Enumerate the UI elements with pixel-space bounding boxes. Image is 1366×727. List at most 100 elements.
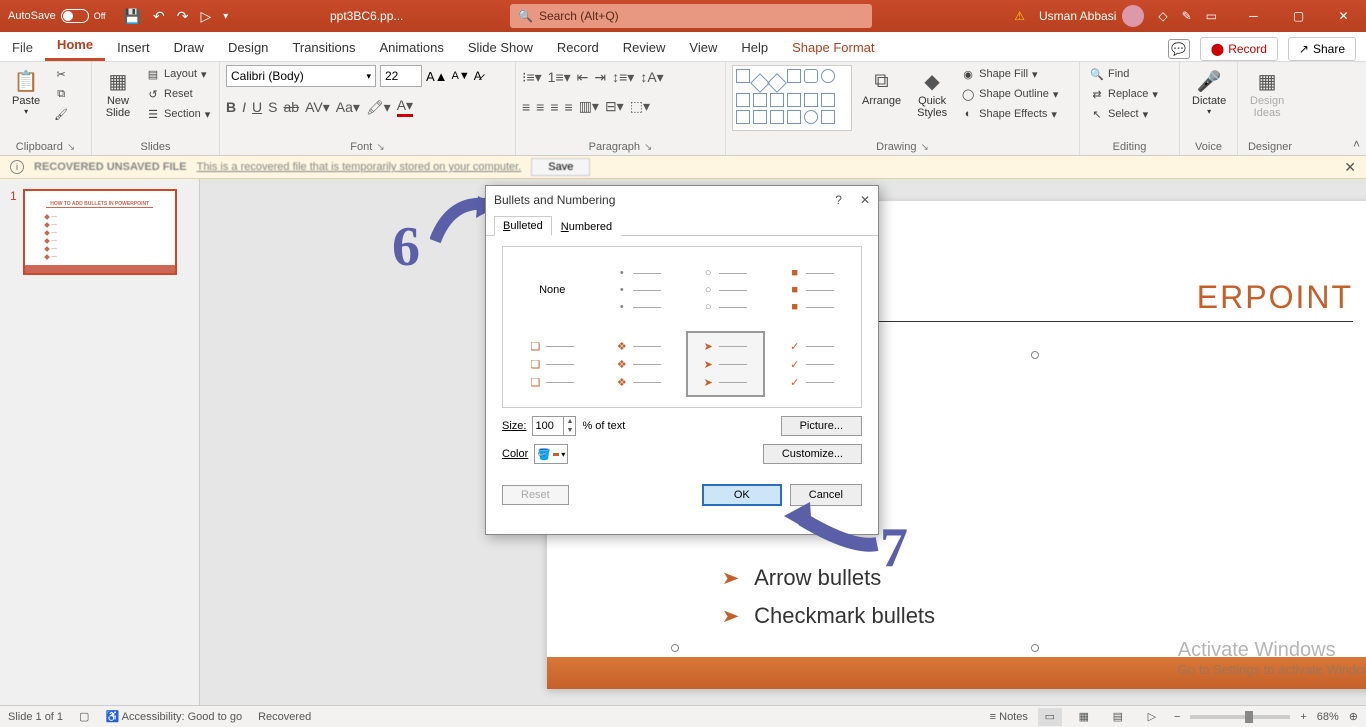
save-icon[interactable]: 💾: [124, 8, 141, 25]
font-color-button[interactable]: A▾: [397, 97, 413, 117]
tab-review[interactable]: Review: [611, 34, 678, 61]
font-size-combo[interactable]: 22: [380, 65, 422, 87]
bullet-option-check[interactable]: ✓ ✓ ✓: [773, 331, 852, 397]
tab-transitions[interactable]: Transitions: [280, 34, 367, 61]
customize-button[interactable]: Customize...: [763, 444, 862, 464]
align-right-button[interactable]: ≡: [550, 99, 558, 115]
account-button[interactable]: Usman Abbasi: [1039, 5, 1144, 27]
clear-format-icon[interactable]: A̷: [474, 69, 482, 83]
shape-effects-button[interactable]: ◐Shape Effects ▾: [957, 105, 1062, 123]
outdent-button[interactable]: ⇤: [577, 69, 589, 86]
replace-button[interactable]: ⇄Replace ▾: [1086, 85, 1162, 103]
increase-font-icon[interactable]: A▲: [426, 69, 448, 84]
layout-button[interactable]: ▤Layout ▾: [142, 65, 214, 83]
font-name-combo[interactable]: Calibri (Body)▾: [226, 65, 376, 87]
numbering-button[interactable]: 1≡▾: [548, 69, 571, 86]
tab-help[interactable]: Help: [729, 34, 780, 61]
copy-button[interactable]: ⧉: [50, 85, 72, 103]
warning-icon[interactable]: ⚠: [1014, 9, 1025, 23]
spacing-button[interactable]: AV▾: [305, 99, 330, 116]
recovery-text[interactable]: This is a recovered file that is tempora…: [197, 161, 522, 173]
text-direction-button[interactable]: ↕A▾: [640, 69, 663, 86]
dictate-button[interactable]: 🎤Dictate▾: [1186, 65, 1232, 118]
align-center-button[interactable]: ≡: [536, 99, 544, 115]
zoom-out-icon[interactable]: −: [1174, 711, 1180, 723]
spin-up-icon[interactable]: ▲: [564, 417, 575, 426]
pen-icon[interactable]: ✎: [1182, 9, 1192, 23]
zoom-slider[interactable]: [1190, 715, 1290, 719]
arrange-button[interactable]: ⧉Arrange: [856, 65, 907, 109]
align-text-button[interactable]: ⊟▾: [605, 98, 624, 115]
record-button[interactable]: ⬤Record: [1200, 37, 1278, 61]
diamond-icon[interactable]: ◇: [1158, 9, 1167, 23]
cut-button[interactable]: ✂: [50, 65, 72, 83]
comments-icon[interactable]: 💬: [1168, 39, 1190, 59]
tab-file[interactable]: File: [0, 34, 45, 61]
tab-shape-format[interactable]: Shape Format: [780, 34, 886, 61]
tab-numbered[interactable]: Numbered: [552, 217, 621, 236]
redo-icon[interactable]: ↷: [177, 8, 189, 25]
search-box[interactable]: 🔍 Search (Alt+Q): [510, 4, 872, 28]
normal-view-icon[interactable]: ▭: [1038, 708, 1062, 726]
bullet-option-4diamond[interactable]: ❖ ❖ ❖: [600, 331, 679, 397]
shadow-button[interactable]: S: [268, 99, 277, 115]
shape-fill-button[interactable]: ◉Shape Fill ▾: [957, 65, 1062, 83]
drawing-launcher-icon[interactable]: ↘: [920, 142, 928, 153]
accessibility-status[interactable]: ♿ Accessibility: Good to go: [105, 710, 242, 723]
new-slide-button[interactable]: ▦ New Slide: [98, 65, 138, 121]
qat-more-icon[interactable]: ▾: [223, 11, 228, 22]
design-ideas-button[interactable]: ▦Design Ideas: [1244, 65, 1290, 121]
bullets-button[interactable]: ⁝≡▾: [522, 69, 542, 86]
bullet-option-hollow-square[interactable]: ❏ ❏ ❏: [513, 331, 592, 397]
tab-view[interactable]: View: [677, 34, 729, 61]
spin-down-icon[interactable]: ▼: [564, 426, 575, 435]
tab-animations[interactable]: Animations: [368, 34, 456, 61]
recovery-close-icon[interactable]: ✕: [1344, 159, 1356, 176]
clipboard-launcher-icon[interactable]: ↘: [67, 142, 75, 153]
find-button[interactable]: 🔍Find: [1086, 65, 1162, 83]
toggle-icon[interactable]: [61, 9, 89, 23]
sorter-view-icon[interactable]: ▦: [1072, 708, 1096, 726]
slideshow-view-icon[interactable]: ▷: [1140, 708, 1164, 726]
slideshow-icon[interactable]: ▷: [200, 8, 211, 25]
italic-button[interactable]: I: [242, 99, 246, 115]
quick-styles-button[interactable]: ◆Quick Styles: [911, 65, 953, 121]
share-button[interactable]: ↗ Share: [1288, 37, 1356, 61]
select-button[interactable]: ↖Select ▾: [1086, 105, 1162, 123]
bullet-option-none[interactable]: None: [513, 257, 592, 323]
undo-icon[interactable]: ↶: [153, 8, 165, 25]
paste-button[interactable]: 📋 Paste ▾: [6, 65, 46, 118]
bullet-option-square[interactable]: ■ ■ ■: [773, 257, 852, 323]
spellcheck-icon[interactable]: ▢: [79, 710, 89, 723]
case-button[interactable]: Aa▾: [336, 99, 360, 116]
ribbon-display-icon[interactable]: ▭: [1206, 9, 1217, 23]
autosave-toggle[interactable]: AutoSave Off: [8, 9, 106, 23]
reset-button[interactable]: ↺Reset: [142, 85, 214, 103]
tab-home[interactable]: Home: [45, 31, 105, 61]
tab-bulleted[interactable]: Bulleted: [494, 216, 552, 236]
fit-window-icon[interactable]: ⊕: [1349, 710, 1358, 723]
bullet-option-dot[interactable]: • • •: [600, 257, 679, 323]
line-spacing-button[interactable]: ↕≡▾: [612, 69, 634, 86]
bullet-option-arrow[interactable]: ➤ ➤ ➤: [686, 331, 765, 397]
ok-button[interactable]: OK: [702, 484, 782, 506]
zoom-in-icon[interactable]: +: [1300, 711, 1306, 723]
dialog-close-icon[interactable]: ✕: [860, 193, 870, 207]
tab-draw[interactable]: Draw: [162, 34, 216, 61]
size-spinner[interactable]: ▲▼: [532, 416, 576, 436]
zoom-level[interactable]: 68%: [1317, 711, 1339, 723]
maximize-button[interactable]: ▢: [1276, 0, 1321, 32]
color-dropdown[interactable]: 🪣▾: [534, 444, 568, 464]
shape-outline-button[interactable]: ◯Shape Outline ▾: [957, 85, 1062, 103]
reading-view-icon[interactable]: ▤: [1106, 708, 1130, 726]
bold-button[interactable]: B: [226, 99, 236, 115]
thumbnail-pane[interactable]: 1 HOW TO ADD BULLETS IN POWERPOINT —— ——…: [0, 179, 200, 705]
underline-button[interactable]: U: [252, 99, 262, 115]
picture-button[interactable]: Picture...: [781, 416, 862, 436]
thumbnail-item[interactable]: 1 HOW TO ADD BULLETS IN POWERPOINT —— ——…: [10, 189, 189, 275]
tab-slideshow[interactable]: Slide Show: [456, 34, 545, 61]
slide-counter[interactable]: Slide 1 of 1: [8, 711, 63, 723]
format-painter-button[interactable]: 🖌: [50, 105, 72, 123]
close-button[interactable]: ✕: [1321, 0, 1366, 32]
paragraph-launcher-icon[interactable]: ↘: [644, 142, 652, 153]
